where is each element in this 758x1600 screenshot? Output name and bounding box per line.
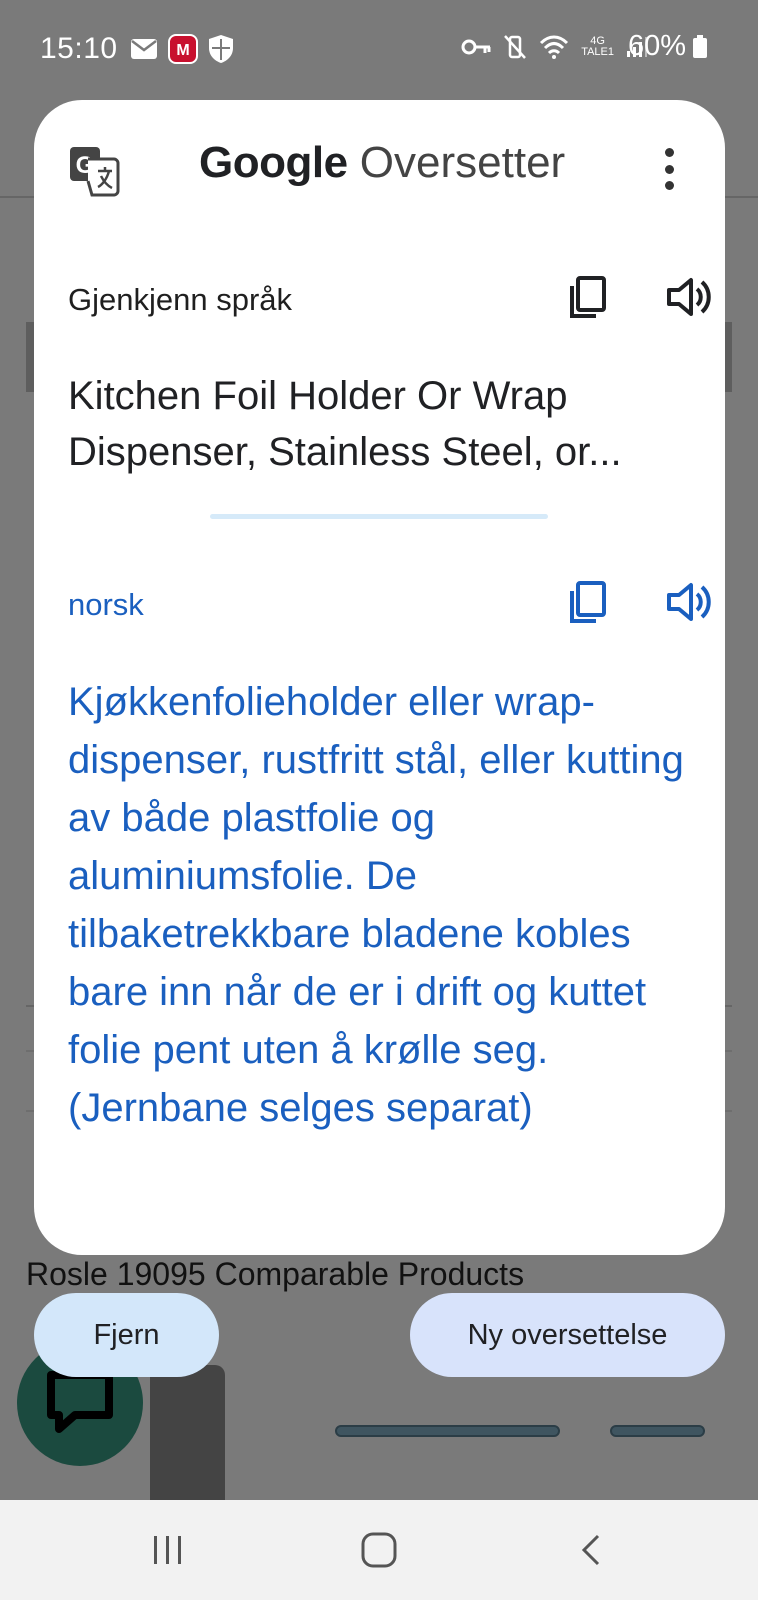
comparable-products-heading: Rosle 19095 Comparable Products (26, 1256, 525, 1292)
shield-icon (209, 35, 233, 63)
recents-icon[interactable] (148, 1530, 188, 1570)
brand-product: Oversetter (359, 138, 566, 187)
carousel-indicator[interactable] (610, 1425, 705, 1437)
status-bar: 15:10 M 4G TALE1 60% (0, 0, 758, 100)
copy-icon[interactable] (563, 577, 613, 627)
network-type: 4G TALE1 (581, 35, 614, 58)
section-divider (210, 514, 548, 519)
notification-icons: M (130, 34, 234, 64)
system-icons: 4G TALE1 (461, 34, 648, 60)
more-vert-icon[interactable] (659, 148, 679, 190)
speaker-icon[interactable] (665, 577, 715, 627)
status-time: 15:10 (40, 32, 118, 65)
speaker-icon[interactable] (665, 272, 715, 322)
product-image[interactable] (150, 1365, 225, 1505)
battery-icon (693, 34, 707, 58)
remove-button[interactable]: Fjern (34, 1293, 219, 1377)
svg-text:M: M (176, 42, 189, 59)
battery-percent: 60% (627, 30, 686, 62)
popup-header: G Google Oversetter (34, 100, 725, 235)
translate-popup: G Google Oversetter Gjenkjenn språk Kitc… (34, 100, 725, 1255)
target-language-row: norsk (68, 577, 711, 637)
wifi-icon (540, 35, 569, 59)
mail-icon (131, 39, 157, 59)
navigation-bar (0, 1500, 758, 1600)
translated-text[interactable]: Kjøkkenfolieholder eller wrap-dispenser,… (68, 673, 708, 1137)
app-title: Google Oversetter (199, 138, 565, 188)
vibrate-mute-icon (504, 35, 527, 59)
source-language-row: Gjenkjenn språk (68, 272, 711, 332)
battery-indicator: 60% (628, 30, 708, 63)
target-language-label: norsk (68, 587, 144, 622)
source-text[interactable]: Kitchen Foil Holder Or Wrap Dispenser, S… (68, 368, 698, 480)
copy-icon[interactable] (563, 272, 613, 322)
google-translate-icon: G (70, 147, 120, 197)
new-translation-button[interactable]: Ny oversettelse (410, 1293, 725, 1377)
back-icon[interactable] (572, 1530, 612, 1570)
vpn-key-icon (461, 39, 491, 55)
source-language-label: Gjenkjenn språk (68, 282, 293, 317)
chat-icon (47, 1371, 113, 1433)
home-icon[interactable] (359, 1530, 399, 1570)
brand-google: Google (199, 138, 348, 187)
carousel-indicator[interactable] (335, 1425, 560, 1437)
mcafee-icon: M (168, 34, 198, 64)
